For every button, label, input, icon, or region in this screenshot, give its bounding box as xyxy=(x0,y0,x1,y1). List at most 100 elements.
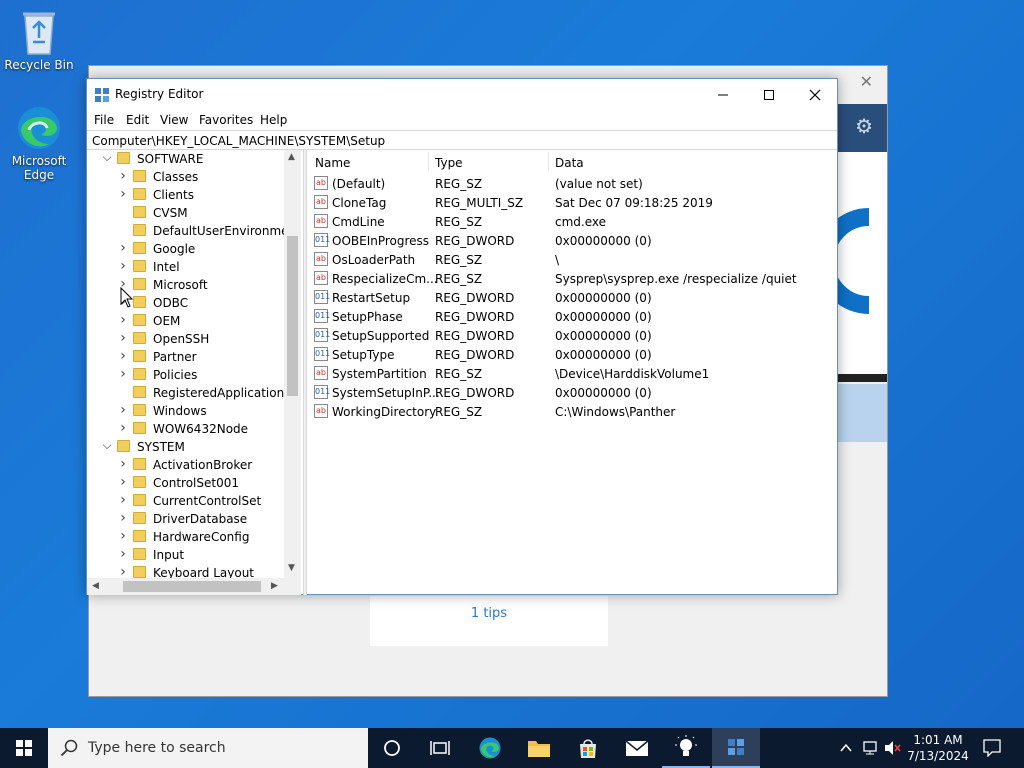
task-view-icon xyxy=(430,741,450,755)
menu-favorites[interactable]: Favorites xyxy=(199,113,253,127)
chevron-right-icon[interactable]: › xyxy=(117,528,129,544)
menu-file[interactable]: File xyxy=(94,113,114,127)
mail-button[interactable] xyxy=(613,728,661,768)
tree-item-label: Classes xyxy=(153,170,199,184)
title-bar[interactable]: Registry Editor xyxy=(87,79,837,110)
value-row[interactable]: 011 SetupSupported REG_DWORD 0x00000000 (0) xyxy=(309,326,837,345)
chevron-right-icon[interactable]: › xyxy=(117,240,129,256)
tree-item-label: Intel xyxy=(153,260,180,274)
pane-splitter[interactable] xyxy=(303,150,307,595)
close-icon[interactable]: ✕ xyxy=(860,72,873,91)
recycle-bin-desktop-icon[interactable]: Recycle Bin xyxy=(1,8,77,72)
scroll-left-icon[interactable]: ◀ xyxy=(92,581,99,591)
value-row[interactable]: ab CloneTag REG_MULTI_SZ Sat Dec 07 09:18:2… xyxy=(309,193,837,212)
menu-view[interactable]: View xyxy=(160,113,188,127)
taskbar-search[interactable]: Type here to search xyxy=(48,728,368,768)
tree-item-label: Clients xyxy=(153,188,194,202)
value-row[interactable]: ab RespecializeCm... REG_SZ Sysprep\sysprep… xyxy=(309,269,837,288)
column-data[interactable]: Data xyxy=(555,156,584,170)
system-clock[interactable]: 1:01 AM 7/13/2024 xyxy=(900,732,976,764)
value-row[interactable]: ab SystemPartition REG_SZ \Device\HarddiskV… xyxy=(309,364,837,383)
edge-taskbar-button[interactable] xyxy=(466,728,514,768)
registry-editor-taskbar-button[interactable] xyxy=(712,728,760,768)
start-button[interactable] xyxy=(0,728,48,768)
tree-item-label: RegisteredApplications xyxy=(153,386,291,400)
folder-icon xyxy=(133,512,146,524)
chevron-right-icon[interactable]: › xyxy=(117,312,129,328)
value-row[interactable]: ab CmdLine REG_SZ cmd.exe xyxy=(309,212,837,231)
chevron-right-icon[interactable]: › xyxy=(117,564,129,580)
cortana-button[interactable] xyxy=(368,728,416,768)
window-title: Registry Editor xyxy=(115,87,204,101)
value-row[interactable]: ab (Default) REG_SZ (value not set) xyxy=(309,174,837,193)
value-row[interactable]: 011 SystemSetupInP... REG_DWORD 0x00000000 … xyxy=(309,383,837,402)
tree-horizontal-scrollbar[interactable]: ◀ ▶ xyxy=(87,578,301,595)
value-row[interactable]: 011 SetupPhase REG_DWORD 0x00000000 (0) xyxy=(309,307,837,326)
chevron-right-icon[interactable]: › xyxy=(117,510,129,526)
value-type: REG_SZ xyxy=(435,405,483,419)
value-name: SetupPhase xyxy=(332,310,403,324)
value-name: WorkingDirectory xyxy=(332,405,437,419)
edge-desktop-icon[interactable]: Microsoft Edge xyxy=(1,104,77,182)
chevron-right-icon[interactable]: › xyxy=(117,492,129,508)
scroll-thumb[interactable] xyxy=(287,236,298,396)
chevron-right-icon[interactable]: › xyxy=(117,456,129,472)
column-type[interactable]: Type xyxy=(435,156,463,170)
value-row[interactable]: 011 OOBEInProgress REG_DWORD 0x00000000 (0) xyxy=(309,231,837,250)
chevron-right-icon[interactable]: › xyxy=(117,330,129,346)
menu-help[interactable]: Help xyxy=(260,113,287,127)
scroll-thumb[interactable] xyxy=(123,581,261,592)
value-row[interactable]: ab WorkingDirectory REG_SZ C:\Windows\Panth… xyxy=(309,402,837,421)
scroll-right-icon[interactable]: ▶ xyxy=(271,581,278,591)
lightbulb-icon xyxy=(675,735,697,756)
chevron-down-icon[interactable]: ⌵ xyxy=(101,150,113,164)
chevron-right-icon[interactable]: › xyxy=(117,420,129,436)
chevron-right-icon[interactable]: › xyxy=(117,402,129,418)
binary-value-icon: 011 xyxy=(314,347,330,361)
folder-icon xyxy=(133,566,146,578)
address-bar[interactable]: Computer\HKEY_LOCAL_MACHINE\SYSTEM\Setup xyxy=(87,130,837,150)
chevron-right-icon[interactable]: › xyxy=(117,474,129,490)
folder-icon xyxy=(133,548,146,560)
search-icon xyxy=(60,739,78,757)
values-list[interactable]: Name Type Data ab (Default) REG_SZ (value n… xyxy=(309,150,837,595)
chevron-right-icon[interactable]: › xyxy=(117,546,129,562)
chevron-down-icon[interactable]: ⌵ xyxy=(101,438,113,452)
windows-logo-icon xyxy=(16,740,32,756)
menu-edit[interactable]: Edit xyxy=(126,113,149,127)
chevron-right-icon[interactable]: › xyxy=(117,186,129,202)
chevron-right-icon[interactable]: › xyxy=(117,366,129,382)
tips-link[interactable]: 1 tips xyxy=(370,596,608,646)
tree-item-label: ODBC xyxy=(153,296,189,310)
value-name: SystemPartition xyxy=(332,367,427,381)
registry-editor-window[interactable]: Registry Editor File Edit View Favorites… xyxy=(86,78,838,595)
value-row[interactable]: 011 SetupType REG_DWORD 0x00000000 (0) xyxy=(309,345,837,364)
tree-pane[interactable]: ⌵ SOFTWARE › Classes › Clients CVSM DefaultUser… xyxy=(87,150,303,595)
value-row[interactable]: ab OsLoaderPath REG_SZ \ xyxy=(309,250,837,269)
chevron-right-icon[interactable]: › xyxy=(117,258,129,274)
chevron-up-icon[interactable] xyxy=(840,742,852,754)
value-data: (value not set) xyxy=(555,177,643,191)
tree-item-label: Input xyxy=(153,548,185,562)
value-type: REG_DWORD xyxy=(435,386,515,400)
minimize-button[interactable] xyxy=(700,79,746,110)
column-name[interactable]: Name xyxy=(315,156,350,170)
maximize-button[interactable] xyxy=(746,79,792,110)
close-button[interactable] xyxy=(792,79,838,110)
value-row[interactable]: 011 RestartSetup REG_DWORD 0x00000000 (0) xyxy=(309,288,837,307)
task-view-button[interactable] xyxy=(416,728,464,768)
scroll-down-icon[interactable]: ▼ xyxy=(288,563,295,573)
gear-icon[interactable]: ⚙ xyxy=(855,114,873,138)
scroll-up-icon[interactable]: ▲ xyxy=(288,152,295,162)
file-explorer-button[interactable] xyxy=(515,728,563,768)
chevron-right-icon[interactable]: › xyxy=(117,348,129,364)
tree-item-label: OEM xyxy=(153,314,181,328)
store-button[interactable] xyxy=(564,728,612,768)
menu-bar: File Edit View Favorites Help xyxy=(87,110,837,130)
tree-vertical-scrollbar[interactable]: ▲ ▼ xyxy=(284,150,301,578)
chevron-right-icon[interactable]: › xyxy=(117,168,129,184)
notifications-icon[interactable] xyxy=(983,739,1001,757)
tips-button[interactable] xyxy=(662,728,710,768)
network-icon[interactable] xyxy=(862,740,880,756)
tree-item-label: Partner xyxy=(153,350,197,364)
